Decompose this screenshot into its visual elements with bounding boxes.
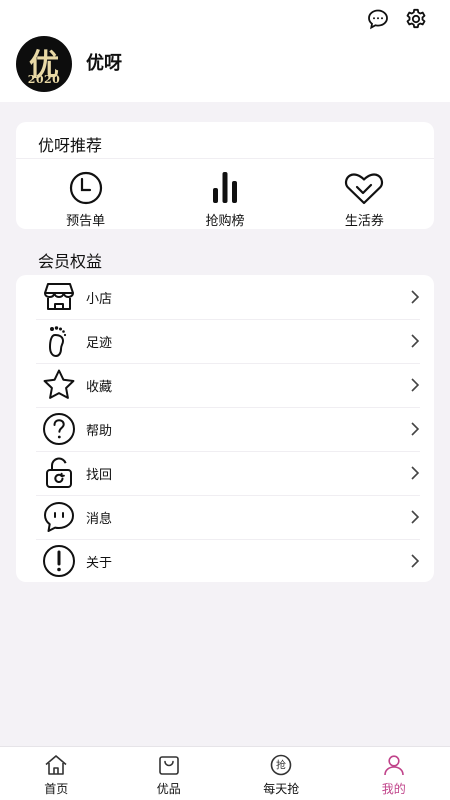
- tab-daily-grab[interactable]: 抢 每天抢: [225, 747, 338, 800]
- list-item-label: 关于: [86, 555, 113, 571]
- tab-label: 优品: [156, 782, 181, 796]
- divider: [16, 158, 434, 159]
- list-item-messages[interactable]: 消息: [16, 495, 434, 539]
- recommend-item-label: 生活券: [344, 214, 384, 229]
- chevron-right-icon: [411, 422, 420, 436]
- chevron-right-icon: [411, 290, 420, 304]
- home-icon: [45, 755, 67, 775]
- profile-header: 优 2020 优呀: [0, 0, 450, 102]
- recommend-item-label: 抢购榜: [205, 214, 245, 229]
- chat-icon: [44, 502, 74, 532]
- list-item-footprint[interactable]: 足迹: [16, 319, 434, 363]
- lock-refresh-icon: [46, 457, 72, 488]
- gear-icon[interactable]: [404, 7, 428, 31]
- info-icon: [43, 545, 75, 577]
- chevron-right-icon: [411, 378, 420, 392]
- recommend-item-coupon[interactable]: 生活券: [295, 170, 434, 229]
- list-item-help[interactable]: 帮助: [16, 407, 434, 451]
- list-item-store[interactable]: 小店: [16, 275, 434, 319]
- footprint-icon: [48, 326, 67, 358]
- member-list: 小店 足迹 收藏 帮助 找回 消息 关于: [16, 275, 434, 582]
- avatar-year: 2020: [27, 73, 61, 86]
- recommend-title: 优呀推荐: [38, 136, 103, 155]
- tab-label: 首页: [44, 782, 69, 796]
- store-icon: [44, 283, 74, 310]
- tab-label: 我的: [381, 782, 406, 796]
- clock-icon: [69, 171, 102, 205]
- chevron-right-icon: [411, 554, 420, 568]
- user-icon: [383, 755, 404, 776]
- tab-mine[interactable]: 我的: [338, 747, 450, 800]
- grab-icon: 抢: [270, 754, 292, 776]
- message-icon[interactable]: [366, 7, 390, 31]
- list-item-favorites[interactable]: 收藏: [16, 363, 434, 407]
- star-icon: [43, 369, 75, 399]
- bar-chart-icon: [212, 172, 237, 203]
- bag-icon: [158, 756, 179, 775]
- list-item-label: 小店: [86, 291, 113, 307]
- tab-label: 每天抢: [263, 782, 300, 796]
- top-actions: [366, 7, 428, 31]
- list-item-label: 收藏: [86, 379, 113, 395]
- username[interactable]: 优呀: [86, 49, 122, 75]
- bottom-tab-bar: 首页 优品 抢 每天抢 我的: [0, 746, 450, 800]
- chevron-right-icon: [411, 466, 420, 480]
- member-section-title: 会员权益: [38, 252, 103, 271]
- list-item-label: 找回: [86, 467, 113, 483]
- recommend-item-ranking[interactable]: 抢购榜: [155, 170, 294, 229]
- list-item-label: 消息: [86, 511, 113, 527]
- recommend-items: 预告单 抢购榜 生活券: [16, 170, 434, 229]
- grab-icon-glyph: 抢: [276, 759, 286, 772]
- avatar[interactable]: 优 2020: [16, 36, 72, 92]
- chevron-right-icon: [411, 510, 420, 524]
- coupon-icon: [345, 173, 384, 205]
- recommend-item-forecast[interactable]: 预告单: [16, 170, 155, 229]
- list-item-about[interactable]: 关于: [16, 539, 434, 583]
- recommend-card: 优呀推荐 预告单 抢购榜 生活券: [16, 122, 434, 229]
- list-item-recover[interactable]: 找回: [16, 451, 434, 495]
- list-item-label: 足迹: [86, 335, 113, 351]
- chevron-right-icon: [411, 334, 420, 348]
- tab-home[interactable]: 首页: [0, 747, 113, 800]
- help-icon: [43, 413, 75, 445]
- list-item-label: 帮助: [86, 423, 113, 439]
- recommend-item-label: 预告单: [66, 214, 106, 229]
- tab-products[interactable]: 优品: [113, 747, 226, 800]
